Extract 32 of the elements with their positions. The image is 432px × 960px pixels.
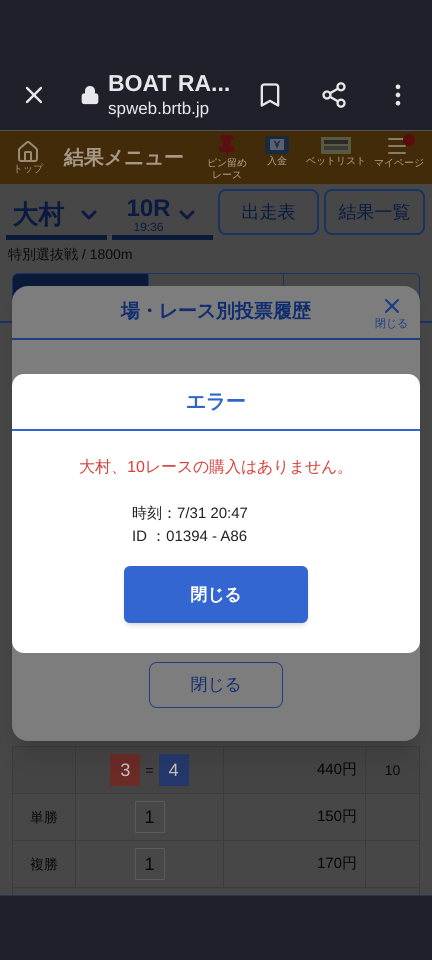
close-button[interactable]: 閉じる [124,566,308,623]
home-button[interactable]: トップ [8,140,48,176]
boat-number: 3 [110,754,140,786]
bet-type: 単勝 [30,808,58,826]
dialog-title: エラー [186,390,246,414]
detail-text: 時刻：7/31 20:47 [132,504,249,524]
boat-number: 1 [134,848,164,880]
header-title: 結果メニュー [64,146,184,170]
page-title: BOAT RA... [108,69,230,97]
modal-title: 場・レース別投票履歴 [121,300,311,324]
shortcut-button[interactable]: 入金 [256,134,298,168]
separator: = [145,760,154,780]
boat-number: 4 [158,754,189,786]
shortcut-button[interactable]: マイページ [374,134,424,170]
payout-amount: 170円 [316,854,357,874]
lock-icon [80,85,100,105]
page-url: spweb.brtb.jp [108,98,210,120]
close-button[interactable]: 閉じる [375,294,408,330]
error-message: 大村、10レースの購入はありません。 [79,458,353,478]
payout-amount: 150円 [316,806,357,827]
share-icon[interactable] [320,81,348,109]
race-info: 特別選抜戦 / 1800m [7,245,134,264]
detail-text: ID ：01394 - A86 [132,527,248,547]
bet-type: 複勝 [30,854,58,874]
home-icon [16,140,40,164]
payout-amount: 440円 [316,760,357,780]
shortcut-button[interactable]: ベットリスト [306,134,366,168]
boat-number: 1 [134,801,164,833]
atm-icon [263,134,291,156]
popularity: 10 [384,760,400,780]
shortcut-button[interactable]: ピン留めレース [206,134,248,182]
close-button[interactable]: 閉じる [149,662,283,708]
